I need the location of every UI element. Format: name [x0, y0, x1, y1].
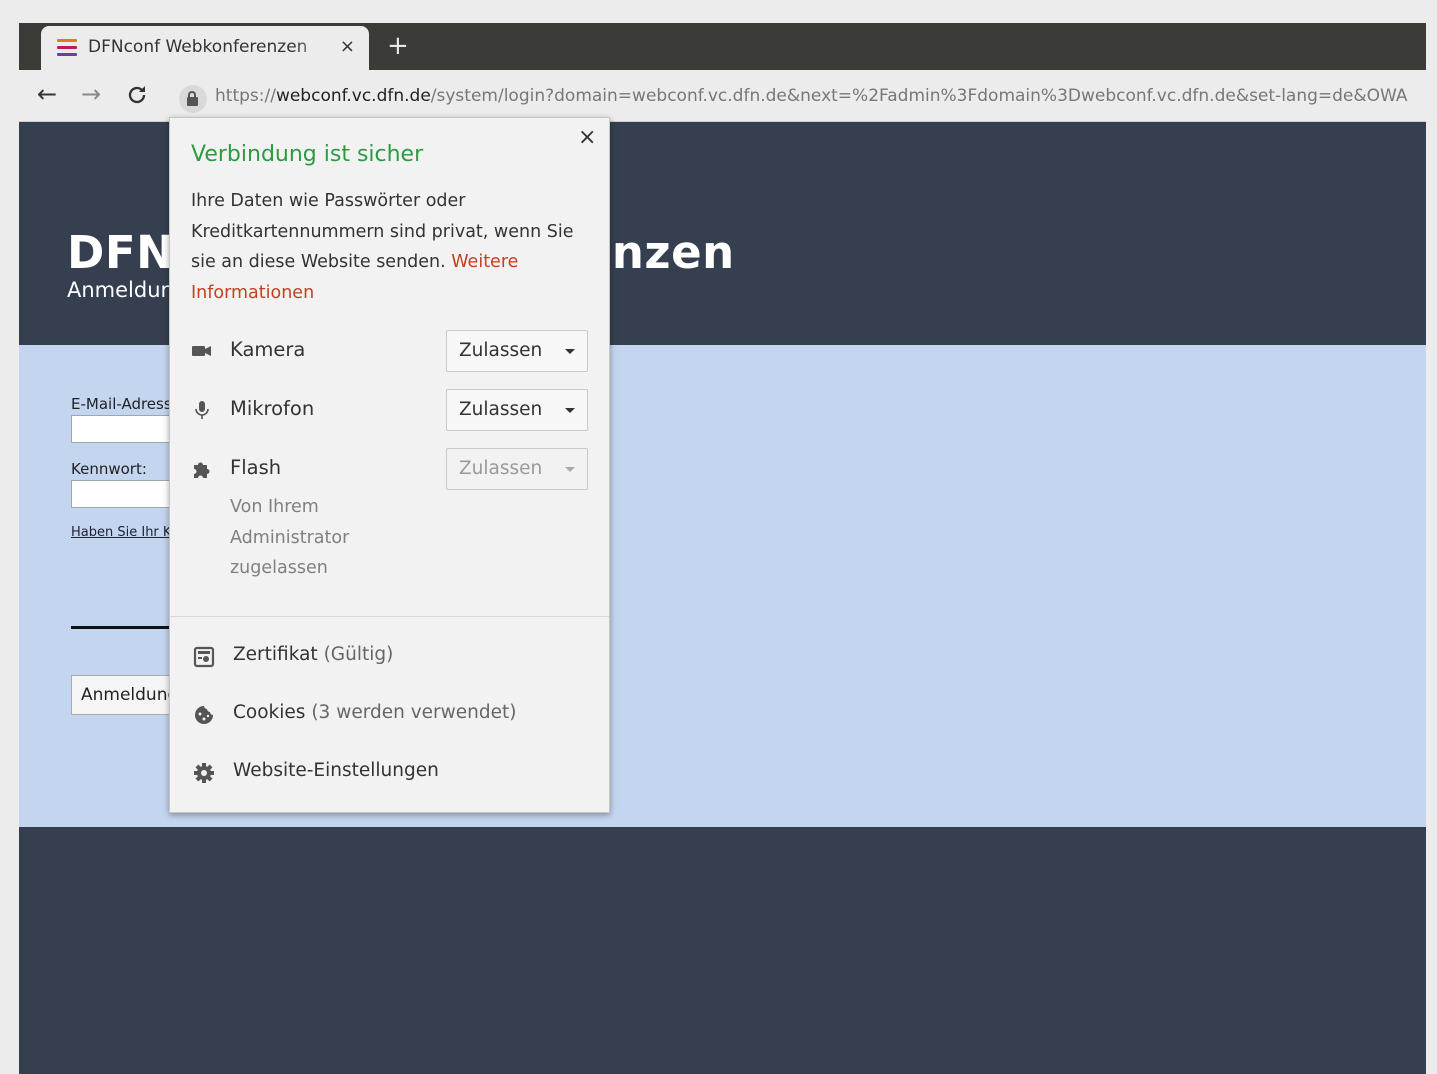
url-scheme: https:// — [215, 86, 276, 106]
cookies-count: (3 werden verwendet) — [311, 702, 517, 723]
certificate-status: (Gültig) — [323, 644, 394, 665]
dfn-favicon-icon — [57, 39, 77, 57]
cookie-icon — [193, 704, 215, 726]
chevron-down-icon — [565, 467, 575, 472]
popup-title: Verbindung ist sicher — [191, 142, 424, 167]
cookies-text: Cookies — [233, 702, 306, 723]
tab-close-icon[interactable]: × — [340, 36, 355, 58]
browser-tab[interactable]: DFNconf Webkonferenzen × — [41, 26, 369, 70]
microphone-icon — [191, 399, 213, 421]
toolbar: ← → https://webconf.vc.dfn.de/system/log… — [19, 70, 1426, 122]
back-arrow-icon[interactable]: ← — [37, 80, 57, 108]
address-bar[interactable]: https://webconf.vc.dfn.de/system/login?d… — [215, 85, 1408, 107]
password-label: Kennwort: — [71, 460, 147, 478]
site-info-popup: × Verbindung ist sicher Ihre Daten wie P… — [169, 117, 610, 813]
microphone-permission-select[interactable]: Zulassen — [446, 389, 588, 431]
chevron-down-icon — [565, 408, 575, 413]
certificate-label: Zertifikat (Gültig) — [233, 644, 393, 665]
tab-title: DFNconf Webkonferenzen — [88, 37, 308, 57]
permission-flash: Flash Zulassen — [191, 448, 591, 492]
tab-bar: DFNconf Webkonferenzen × + — [19, 23, 1426, 70]
lock-icon[interactable] — [179, 85, 207, 113]
gear-icon — [193, 762, 215, 784]
browser-window: DFNconf Webkonferenzen × + ← → https://w… — [19, 23, 1426, 1074]
url-path: /system/login?domain=webconf.vc.dfn.de&n… — [430, 86, 1408, 106]
new-tab-button[interactable]: + — [387, 31, 409, 61]
chevron-down-icon — [565, 349, 575, 354]
permission-label: Kamera — [230, 338, 306, 361]
camera-icon — [191, 340, 213, 362]
puzzle-icon — [191, 458, 213, 480]
url-host: webconf.vc.dfn.de — [275, 86, 431, 106]
select-value: Zulassen — [459, 458, 543, 479]
camera-permission-select[interactable]: Zulassen — [446, 330, 588, 372]
certificate-icon — [193, 646, 215, 668]
permission-label: Mikrofon — [230, 397, 315, 420]
permission-label: Flash — [230, 456, 282, 479]
site-footer — [19, 827, 1426, 1074]
permission-camera: Kamera Zulassen — [191, 330, 591, 374]
certificate-text: Zertifikat — [233, 644, 318, 665]
forward-arrow-icon[interactable]: → — [81, 80, 101, 108]
popup-description: Ihre Daten wie Passwörter oder Kreditkar… — [191, 186, 586, 308]
select-value: Zulassen — [459, 399, 543, 420]
select-value: Zulassen — [459, 340, 543, 361]
permission-microphone: Mikrofon Zulassen — [191, 389, 591, 433]
reload-icon[interactable] — [125, 80, 149, 113]
close-icon[interactable]: × — [578, 126, 596, 150]
divider — [170, 616, 609, 617]
flash-admin-note: Von Ihrem Administrator zugelassen — [230, 497, 350, 578]
flash-permission-select: Zulassen — [446, 448, 588, 490]
site-settings-label: Website-Einstellungen — [233, 760, 439, 781]
cookies-label: Cookies (3 werden verwendet) — [233, 702, 517, 723]
